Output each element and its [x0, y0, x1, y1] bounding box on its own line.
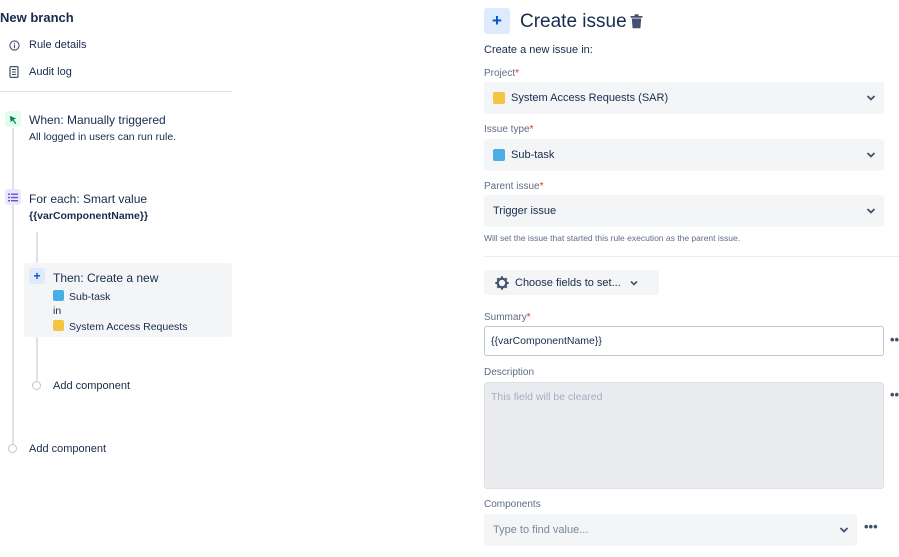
subtask-icon [53, 290, 64, 301]
issue-type-label: Issue type* [484, 124, 534, 135]
action-project: System Access Requests [53, 320, 187, 333]
cursor-click-icon [5, 111, 21, 127]
plus-icon: + [484, 8, 510, 34]
choose-fields-button[interactable]: Choose fields to set... [484, 270, 659, 295]
project-icon [53, 320, 64, 331]
parent-issue-select[interactable]: Trigger issue [484, 195, 884, 227]
info-icon [8, 39, 20, 51]
parent-issue-value: Trigger issue [493, 205, 557, 217]
required-marker: * [515, 68, 520, 79]
parent-issue-label-text: Parent issue [484, 181, 540, 192]
summary-more-icon[interactable]: ••• [890, 332, 899, 347]
trigger-subtitle: All logged in users can run rule. [29, 131, 177, 143]
trigger-title[interactable]: When: Manually triggered [29, 113, 166, 127]
project-icon [493, 92, 505, 104]
description-label: Description [484, 367, 535, 378]
subtask-icon [493, 149, 505, 161]
action-connector: in [53, 305, 62, 317]
plus-icon: + [29, 268, 45, 284]
rule-sidebar: New branch Rule details Audit log When: … [0, 0, 240, 557]
rule-details-label: Rule details [29, 39, 87, 51]
issue-type-label-text: Issue type [484, 124, 530, 135]
create-issue-panel: + Create issue Create a new issue in: Pr… [480, 0, 899, 557]
issue-type-select[interactable]: Sub-task [484, 139, 884, 171]
required-marker: * [539, 181, 544, 192]
foreach-title[interactable]: For each: Smart value [29, 192, 147, 206]
audit-log-label: Audit log [29, 66, 72, 78]
chevron-down-icon [866, 152, 876, 158]
chevron-down-icon [866, 95, 876, 101]
add-component-outer-button[interactable]: Add component [29, 443, 106, 455]
document-icon [8, 66, 20, 78]
add-component-inner-button[interactable]: Add component [53, 380, 130, 392]
section-divider [484, 256, 899, 257]
project-value: System Access Requests (SAR) [511, 92, 669, 104]
action-issue-type-label: Sub-task [69, 291, 111, 303]
chevron-down-icon [866, 208, 876, 214]
summary-input[interactable]: {{varComponentName}} [484, 326, 884, 356]
components-label: Components [484, 499, 541, 510]
components-more-icon[interactable]: ••• [864, 519, 878, 534]
project-label: Project* [484, 68, 519, 79]
required-marker: * [526, 312, 531, 323]
components-placeholder: Type to find value... [493, 524, 589, 536]
sidebar-divider [0, 91, 232, 92]
gear-icon [495, 275, 509, 290]
description-placeholder: This field will be cleared [491, 391, 603, 403]
chevron-down-icon [839, 527, 849, 533]
action-issue-type: Sub-task [53, 290, 110, 303]
summary-value: {{varComponentName}} [491, 335, 602, 347]
description-textarea[interactable]: This field will be cleared [484, 382, 884, 489]
components-select[interactable]: Type to find value... [484, 514, 857, 546]
project-select[interactable]: System Access Requests (SAR) [484, 82, 884, 114]
summary-label-text: Summary [484, 312, 527, 323]
required-marker: * [529, 124, 534, 135]
list-icon [5, 189, 21, 205]
choose-fields-label: Choose fields to set... [515, 276, 621, 289]
panel-title: Create issue [520, 11, 627, 32]
description-more-icon[interactable]: ••• [890, 387, 899, 402]
add-component-node[interactable] [32, 381, 41, 390]
intro-text: Create a new issue in: [484, 44, 593, 56]
chevron-down-icon [630, 280, 638, 286]
rule-details-link[interactable]: Rule details [8, 36, 86, 54]
issue-type-value: Sub-task [511, 149, 555, 161]
audit-log-link[interactable]: Audit log [8, 63, 72, 81]
action-title: Then: Create a new [53, 271, 159, 285]
project-label-text: Project [484, 68, 516, 79]
trash-icon[interactable] [630, 14, 643, 29]
parent-issue-label: Parent issue* [484, 181, 544, 192]
parent-issue-helper: Will set the issue that started this rul… [484, 233, 741, 243]
summary-label: Summary* [484, 312, 531, 323]
add-component-node[interactable] [8, 444, 17, 453]
branch-title: New branch [0, 10, 74, 25]
foreach-value: {{varComponentName}} [29, 210, 149, 222]
outer-connector-line [12, 128, 14, 448]
action-project-label: System Access Requests [69, 321, 188, 333]
